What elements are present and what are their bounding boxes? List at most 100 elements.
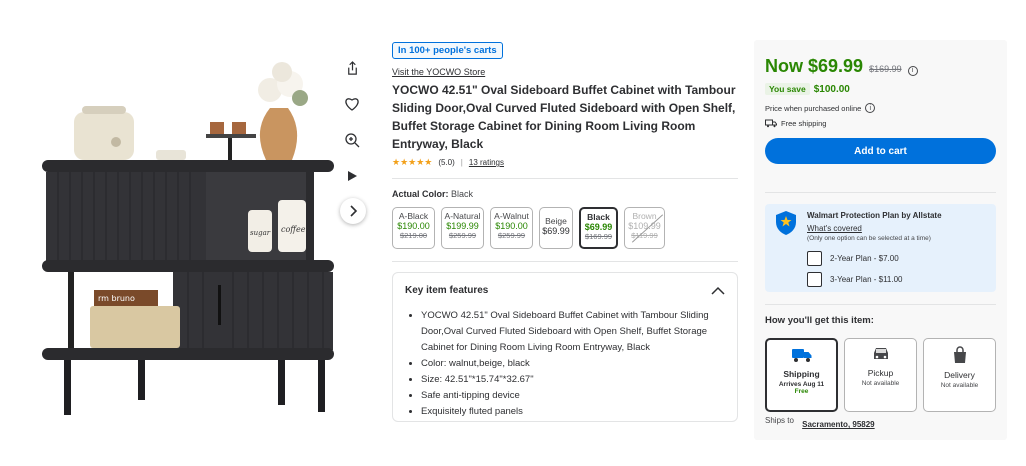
fulfillment-shipping[interactable]: Shipping Arrives Aug 11 Free (765, 338, 838, 412)
variant-a-walnut[interactable]: A-Walnut $190.00 $259.99 (490, 207, 533, 249)
option-extra: Free (794, 388, 809, 395)
info-icon[interactable]: i (865, 103, 876, 113)
option-sub: Not available (940, 382, 979, 389)
key-features-title: Key item features (405, 285, 489, 296)
divider (765, 192, 996, 193)
you-save-label: You save (765, 83, 810, 95)
variant-name: Brown (632, 211, 657, 221)
price-note-row: Price when purchased online i (765, 103, 996, 113)
variant-name: A-Black (398, 211, 429, 221)
variant-name: A-Natural (444, 211, 481, 221)
feature-item: Size: 42.51"*15.74"*32.67" (421, 372, 725, 388)
zoom-icon[interactable] (338, 126, 366, 154)
fulfillment-options: Shipping Arrives Aug 11 Free Pickup Not … (765, 338, 996, 412)
coffee-canister-label: coffee (281, 225, 306, 234)
variant-was-price: $219.00 (399, 231, 428, 240)
store-link[interactable]: Visit the YOCWO Store (392, 67, 738, 77)
variant-was-price: $259.99 (497, 231, 526, 240)
variant-a-black[interactable]: A-Black $190.00 $219.00 (392, 207, 435, 249)
ships-to-label: Ships to (765, 416, 794, 425)
selected-color: Black (451, 189, 474, 199)
ships-to-row: Ships to Sacramento, 95829 (765, 416, 875, 429)
rating-value: (5.0) (438, 158, 455, 167)
option-name: Delivery (944, 370, 975, 380)
price-note: Price when purchased online (765, 103, 862, 113)
play-video-icon[interactable] (338, 162, 366, 190)
variant-price: $190.00 (495, 221, 528, 231)
option-name: Pickup (867, 368, 894, 378)
divider (765, 304, 996, 305)
plan-option-3-year[interactable]: 3-Year Plan - $11.00 (807, 272, 903, 287)
shield-icon (776, 211, 796, 235)
chevron-right-icon (350, 205, 358, 217)
option-sub: Arrives Aug 11 (778, 381, 825, 388)
share-icon[interactable] (338, 54, 366, 82)
add-to-cart-button[interactable]: Add to cart (765, 138, 996, 164)
plan-option-2-year[interactable]: 2-Year Plan - $7.00 (807, 251, 899, 266)
gallery-actions (338, 54, 366, 190)
fulfillment-pickup[interactable]: Pickup Not available (844, 338, 917, 412)
feature-item: Color: walnut,beige, black (421, 356, 725, 372)
product-info: In 100+ people's carts Visit the YOCWO S… (392, 42, 738, 422)
savings-row: You save $100.00 (765, 83, 996, 95)
free-shipping-row: Free shipping (765, 119, 996, 128)
now-price: Now $69.99 (765, 56, 864, 76)
chevron-up-icon[interactable] (711, 286, 725, 295)
plan-label: 3-Year Plan - $11.00 (830, 275, 903, 284)
info-icon[interactable]: i (907, 65, 918, 76)
heart-icon[interactable] (338, 90, 366, 118)
whats-covered-link[interactable]: What's covered (807, 224, 862, 233)
popularity-badge: In 100+ people's carts (392, 42, 503, 59)
color-label: Actual Color: Black (392, 189, 738, 199)
price-row: Now $69.99 $169.99 i (765, 56, 996, 77)
option-sub: Not available (861, 380, 900, 387)
buy-box-panel: Now $69.99 $169.99 i You save $100.00 Pr… (754, 40, 1007, 440)
feature-item: YOCWO 42.51" Oval Sideboard Buffet Cabin… (421, 308, 725, 356)
truck-icon (765, 119, 777, 128)
checkbox[interactable] (807, 251, 822, 266)
truck-icon (791, 349, 811, 362)
car-icon (873, 348, 888, 359)
product-image[interactable]: coffee sugar rm bruno (38, 50, 338, 420)
variant-was-price: $169.99 (584, 232, 613, 241)
checkbox[interactable] (807, 272, 822, 287)
key-features-header[interactable]: Key item features (393, 273, 737, 304)
key-features-list: YOCWO 42.51" Oval Sideboard Buffet Cabin… (393, 304, 737, 420)
variant-a-natural[interactable]: A-Natural $199.99 $259.99 (441, 207, 484, 249)
product-title: YOCWO 42.51" Oval Sideboard Buffet Cabin… (392, 83, 736, 151)
free-shipping-text: Free shipping (781, 119, 827, 128)
variant-was-price: $119.99 (631, 231, 658, 240)
variant-was-price: $259.99 (448, 231, 477, 240)
plan-label: 2-Year Plan - $7.00 (830, 254, 899, 263)
variant-price: $190.00 (397, 221, 430, 231)
color-variants: A-Black $190.00 $219.00 A-Natural $199.9… (392, 207, 738, 249)
product-gallery: coffee sugar rm bruno (0, 40, 380, 440)
protection-plan-note: (Only one option can be selected at a ti… (807, 235, 931, 242)
variant-name: Beige (545, 216, 567, 226)
option-name: Shipping (783, 369, 820, 379)
fulfillment-heading: How you'll get this item: (765, 315, 874, 326)
feature-item: Safe anti-tipping device (421, 388, 725, 404)
key-features-panel: Key item features YOCWO 42.51" Oval Side… (392, 272, 738, 422)
protection-plan-title: Walmart Protection Plan by Allstate (807, 211, 942, 220)
fulfillment-delivery[interactable]: Delivery Not available (923, 338, 996, 412)
variant-name: Black (587, 212, 610, 222)
variant-name: A-Walnut (494, 211, 529, 221)
ratings-count-link[interactable]: 13 ratings (469, 158, 504, 167)
sugar-canister-label: sugar (250, 229, 271, 237)
rating-separator: | (460, 158, 463, 167)
variant-black[interactable]: Black $69.99 $169.99 (579, 207, 618, 249)
protection-plan-box: Walmart Protection Plan by Allstate What… (765, 204, 996, 292)
was-price: $169.99 (869, 64, 902, 74)
next-image-button[interactable] (340, 198, 366, 224)
variant-brown[interactable]: Brown $109.99 $119.99 (624, 207, 665, 249)
variant-beige[interactable]: Beige $69.99 (539, 207, 573, 249)
variant-price: $69.99 (584, 222, 613, 232)
color-label-prefix: Actual Color: (392, 189, 449, 199)
divider (392, 178, 738, 179)
buy-box: Now $69.99 $169.99 i You save $100.00 Pr… (765, 56, 996, 164)
variant-price: $69.99 (542, 226, 570, 236)
feature-item: Exquisitely fluted panels (421, 404, 725, 420)
divider (392, 261, 738, 262)
ships-to-location-link[interactable]: Sacramento, 95829 (802, 420, 875, 429)
